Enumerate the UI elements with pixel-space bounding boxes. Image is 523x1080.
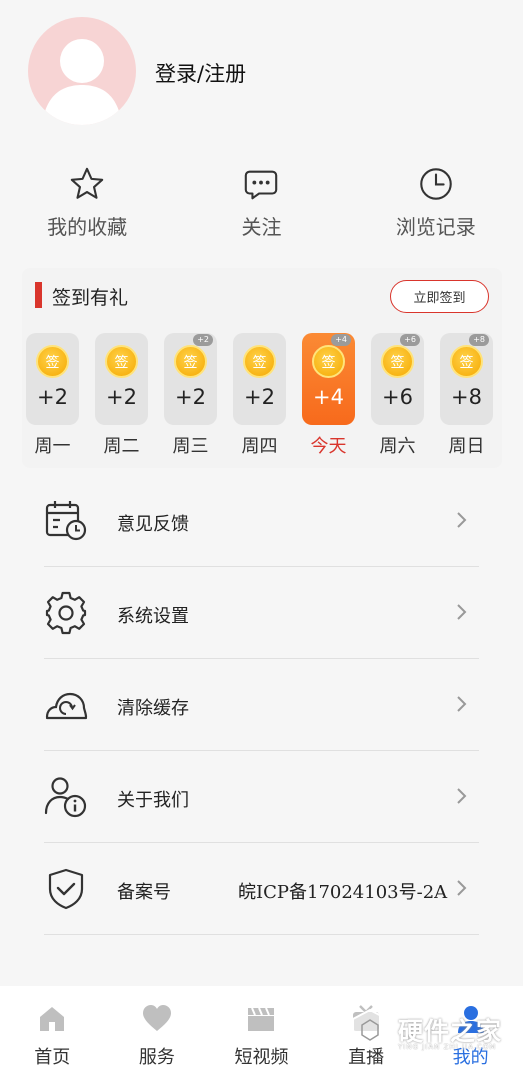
signin-button[interactable]: 立即签到 — [390, 280, 489, 313]
tab-short-video[interactable]: 短视频 — [209, 986, 314, 1080]
day-label: 周二 — [103, 436, 140, 457]
follow-button[interactable]: 关注 — [174, 165, 348, 255]
menu-label: 关于我们 — [117, 790, 189, 811]
day-card-today[interactable]: +4 签 +4 — [302, 333, 355, 425]
signin-title: 签到有礼 — [52, 287, 129, 309]
chat-bubble-icon — [245, 170, 278, 200]
bonus-badge: +4 — [331, 334, 351, 346]
star-icon — [70, 167, 104, 199]
divider — [44, 934, 479, 935]
menu-item-about[interactable]: 关于我们 — [0, 751, 523, 843]
day-points: +8 — [451, 385, 482, 409]
chevron-right-icon — [457, 788, 467, 804]
day-card: +6 签 +6 — [371, 333, 424, 425]
coin-icon: 签 — [381, 345, 414, 378]
shield-check-icon — [48, 868, 84, 910]
cube-logo-icon — [352, 1008, 388, 1051]
chevron-right-icon — [457, 696, 467, 712]
day-sunday: +8 签 +8 周日 — [440, 333, 493, 458]
day-label: 周四 — [241, 436, 278, 457]
day-points: +6 — [382, 385, 413, 409]
history-button[interactable]: 浏览记录 — [349, 165, 523, 255]
coin-icon: 签 — [174, 345, 207, 378]
quick-actions: 我的收藏 关注 浏览记录 — [0, 165, 523, 255]
tab-home[interactable]: 首页 — [0, 986, 105, 1080]
home-icon — [40, 1007, 65, 1031]
heart-icon — [142, 1005, 171, 1031]
clapperboard-icon — [248, 1007, 275, 1031]
bonus-badge: +2 — [193, 334, 213, 346]
tab-label: 短视频 — [234, 1047, 289, 1068]
tab-label: 首页 — [34, 1047, 71, 1068]
login-register-link[interactable]: 登录/注册 — [155, 58, 246, 88]
day-thursday: 签 +2 周四 — [233, 333, 286, 458]
chevron-right-icon — [457, 604, 467, 620]
day-label: 周三 — [172, 436, 209, 457]
day-card: 签 +2 — [95, 333, 148, 425]
day-card: +8 签 +8 — [440, 333, 493, 425]
day-points: +2 — [106, 385, 137, 409]
coin-icon: 签 — [105, 345, 138, 378]
menu-label: 意见反馈 — [117, 514, 189, 535]
day-points: +2 — [244, 385, 275, 409]
tab-label: 服务 — [138, 1047, 175, 1068]
favorites-label: 我的收藏 — [47, 215, 128, 239]
menu-item-clear-cache[interactable]: 清除缓存 — [0, 659, 523, 751]
icp-number: 皖ICP备17024103号-2A — [238, 882, 448, 903]
day-points: +4 — [313, 385, 344, 409]
section-marker — [35, 282, 42, 308]
day-label: 周一 — [34, 436, 71, 457]
menu-item-settings[interactable]: 系统设置 — [0, 567, 523, 659]
menu-item-feedback[interactable]: 意见反馈 — [0, 475, 523, 567]
signin-card: 签到有礼 立即签到 签 +2 周一 签 +2 周二 +2 签 +2 周三 签 +… — [22, 268, 502, 468]
gear-icon — [45, 591, 87, 635]
profile-header: 登录/注册 — [0, 0, 523, 150]
calendar-clock-icon — [45, 501, 87, 541]
user-info-icon — [44, 777, 87, 818]
watermark-subtext: YING JIAN ZHI JIA.COM — [398, 1043, 497, 1051]
menu-label: 备案号 — [117, 882, 171, 903]
day-label: 周日 — [448, 436, 485, 457]
tab-services[interactable]: 服务 — [105, 986, 210, 1080]
coin-icon: 签 — [450, 345, 483, 378]
day-label: 今天 — [310, 436, 347, 457]
day-wednesday: +2 签 +2 周三 — [164, 333, 217, 458]
menu-label: 系统设置 — [117, 606, 189, 627]
day-points: +2 — [37, 385, 68, 409]
history-label: 浏览记录 — [395, 215, 476, 239]
chevron-right-icon — [457, 512, 467, 528]
day-card: +2 签 +2 — [164, 333, 217, 425]
follow-label: 关注 — [241, 215, 282, 239]
settings-menu: 意见反馈 系统设置 清除缓存 关于我们 备案号 皖ICP备17024103号-2… — [0, 475, 523, 935]
cloud-refresh-icon — [45, 692, 88, 720]
avatar[interactable] — [28, 17, 136, 125]
menu-item-icp[interactable]: 备案号 皖ICP备17024103号-2A — [0, 843, 523, 935]
day-points: +2 — [175, 385, 206, 409]
day-saturday: +6 签 +6 周六 — [371, 333, 424, 458]
coin-icon: 签 — [312, 345, 345, 378]
day-monday: 签 +2 周一 — [26, 333, 79, 458]
day-tuesday: 签 +2 周二 — [95, 333, 148, 458]
signin-days: 签 +2 周一 签 +2 周二 +2 签 +2 周三 签 +2 周四 +4 签 … — [26, 333, 502, 458]
default-avatar-icon — [42, 39, 122, 125]
clock-icon — [420, 168, 452, 200]
menu-label: 清除缓存 — [117, 698, 189, 719]
chevron-right-icon — [457, 880, 467, 896]
bonus-badge: +8 — [469, 334, 489, 346]
coin-icon: 签 — [36, 345, 69, 378]
day-today[interactable]: +4 签 +4 今天 — [302, 333, 355, 458]
watermark: 硬件之家 YING JIAN ZHI JIA.COM — [350, 1005, 510, 1055]
day-label: 周六 — [379, 436, 416, 457]
bonus-badge: +6 — [400, 334, 420, 346]
coin-icon: 签 — [243, 345, 276, 378]
day-card: 签 +2 — [233, 333, 286, 425]
favorites-button[interactable]: 我的收藏 — [0, 165, 174, 255]
day-card: 签 +2 — [26, 333, 79, 425]
